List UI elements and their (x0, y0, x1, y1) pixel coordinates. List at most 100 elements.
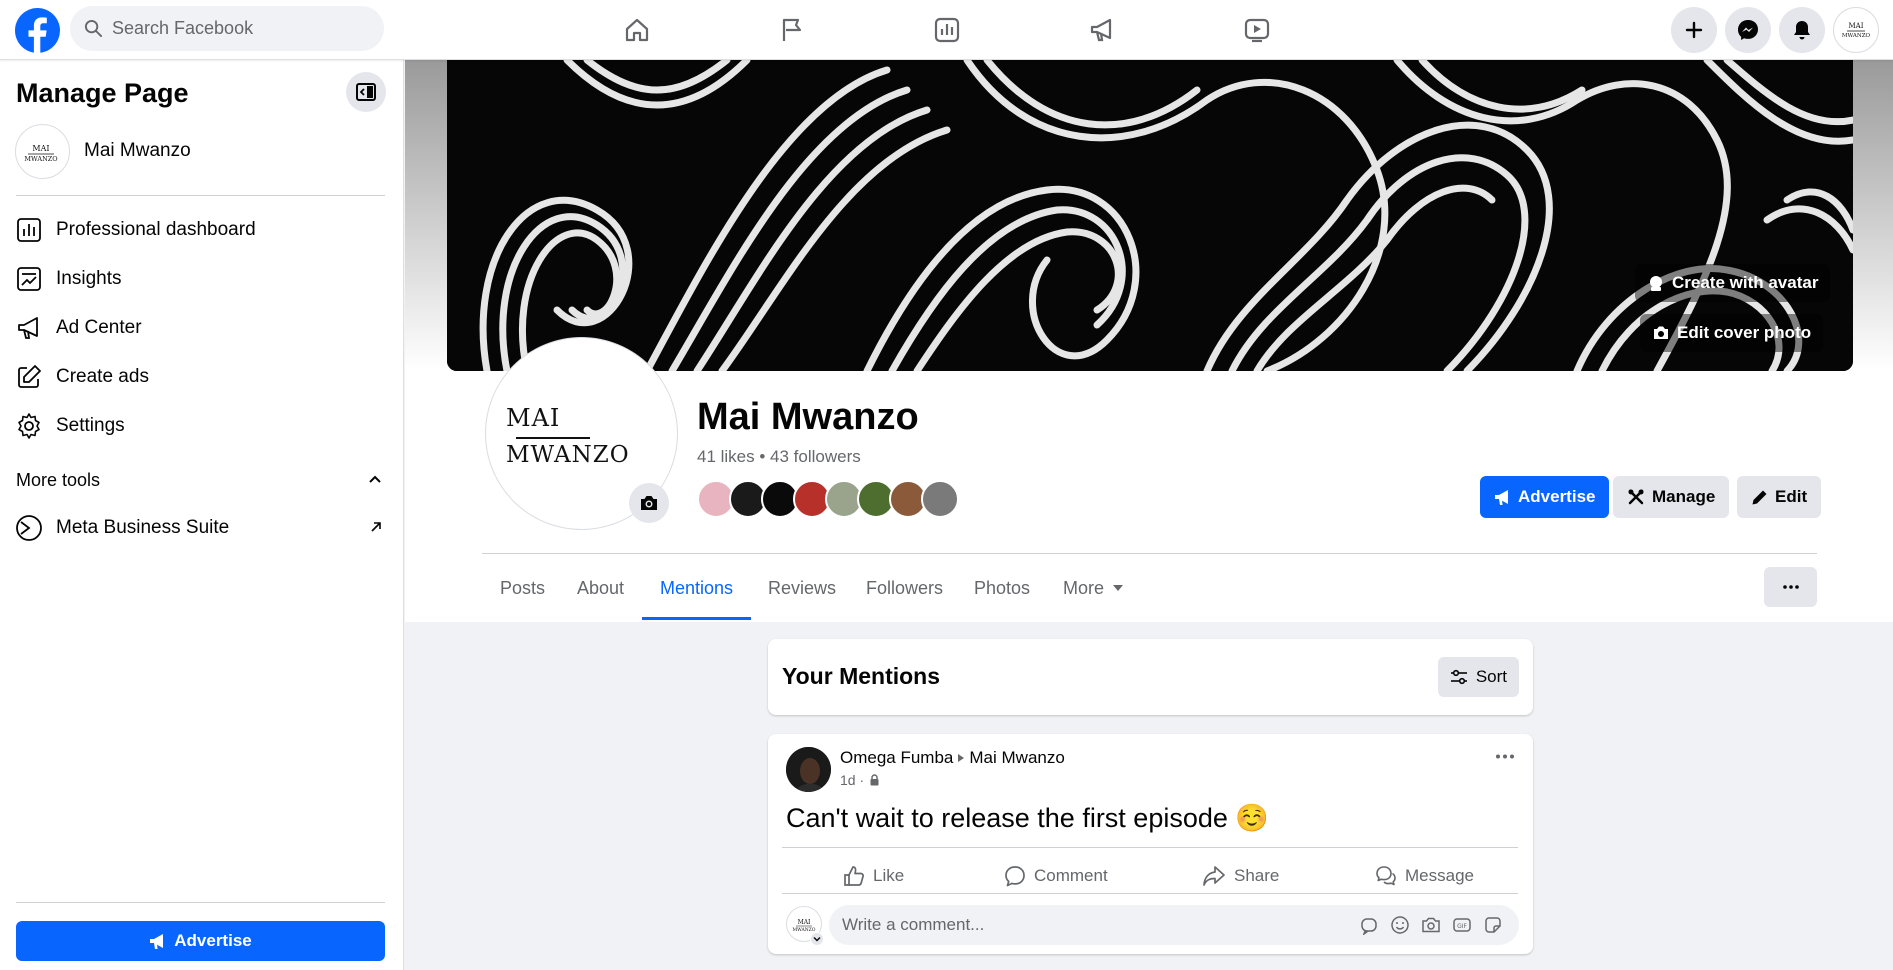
divider (16, 195, 385, 196)
logo-rule (516, 437, 590, 439)
post-options-icon[interactable] (1495, 754, 1515, 759)
comment-button[interactable]: Comment (1004, 856, 1108, 896)
avatar-icon (1647, 274, 1665, 292)
search-input[interactable] (112, 18, 352, 39)
target-page-name[interactable]: Mai Mwanzo (969, 748, 1064, 768)
like-button[interactable]: Like (843, 856, 904, 896)
megaphone-icon[interactable] (1072, 8, 1132, 52)
sliders-icon (1450, 669, 1468, 685)
svg-text:MWANZO: MWANZO (1842, 33, 1871, 39)
like-label: Like (873, 866, 905, 885)
post-timestamp[interactable]: 1d · (840, 772, 864, 788)
message-bubbles-icon (1375, 865, 1397, 887)
sticker-icon[interactable] (1483, 915, 1503, 935)
flag-icon[interactable] (762, 8, 822, 52)
comment-box[interactable]: GIF (829, 905, 1519, 945)
meta-business-suite-icon (14, 513, 44, 543)
thumbs-up-icon (843, 865, 865, 887)
home-icon[interactable] (607, 8, 667, 52)
manage-button[interactable]: Manage (1613, 476, 1730, 518)
edit-label: Edit (1775, 487, 1808, 506)
update-profile-picture-camera-icon[interactable] (629, 483, 669, 523)
collapse-sidebar-icon[interactable] (346, 72, 386, 112)
share-arrow-icon (1202, 865, 1226, 887)
create-plus-icon[interactable] (1671, 7, 1717, 53)
tab-posts[interactable]: Posts (500, 568, 545, 620)
page-title: Mai Mwanzo (697, 396, 919, 438)
search-bar[interactable] (70, 6, 384, 51)
create-with-avatar-label: Create with avatar (1672, 273, 1819, 292)
tab-more[interactable]: More (1063, 568, 1104, 620)
tab-mentions[interactable]: Mentions (642, 568, 751, 620)
author-avatar[interactable] (786, 747, 831, 792)
sort-button[interactable]: Sort (1437, 657, 1519, 697)
divider (16, 902, 385, 903)
sidebar-item-label: Create ads (56, 366, 149, 387)
lock-icon (869, 774, 880, 786)
sidebar-item-meta-business-suite[interactable]: Meta Business Suite (14, 507, 390, 549)
follower-avatar[interactable] (921, 480, 959, 518)
external-link-arrow-icon (370, 521, 382, 533)
chevron-down-icon[interactable] (810, 932, 824, 946)
camera-icon[interactable] (1421, 915, 1441, 935)
messenger-icon[interactable] (1725, 7, 1771, 53)
sidebar-page-name[interactable]: Mai Mwanzo (84, 140, 191, 162)
sidebar-item-professional-dashboard[interactable]: Professional dashboard (14, 209, 390, 251)
divider (782, 893, 1518, 894)
bell-icon[interactable] (1779, 7, 1825, 53)
video-icon[interactable] (1227, 8, 1287, 52)
chevron-up-icon[interactable] (368, 474, 382, 484)
more-options-button[interactable] (1764, 567, 1817, 607)
comment-input[interactable] (842, 915, 1342, 935)
account-avatar[interactable]: MAI MWANZO (1833, 7, 1879, 53)
emoji-icon[interactable] (1390, 915, 1410, 935)
sidebar-item-ad-center[interactable]: Ad Center (14, 307, 390, 349)
pencil-icon (1751, 489, 1768, 506)
edit-cover-photo-label: Edit cover photo (1677, 323, 1812, 342)
tab-reviews[interactable]: Reviews (768, 568, 836, 620)
search-icon (84, 19, 103, 38)
sidebar-item-label: Professional dashboard (56, 219, 256, 240)
svg-text:MAI: MAI (798, 919, 811, 926)
sidebar-item-create-ads[interactable]: Create ads (14, 356, 390, 398)
insights-chart-icon[interactable] (917, 8, 977, 52)
megaphone-icon (1494, 489, 1511, 506)
likes-followers-count[interactable]: 41 likes • 43 followers (697, 447, 861, 467)
avatar-sticker-icon[interactable] (1359, 915, 1379, 935)
gear-icon (14, 411, 44, 441)
author-name[interactable]: Omega Fumba (840, 748, 953, 768)
dashboard-icon (14, 215, 44, 245)
sidebar-item-settings[interactable]: Settings (14, 405, 390, 447)
advertise-button[interactable]: Advertise (1480, 476, 1610, 518)
facebook-logo-icon[interactable] (15, 8, 60, 53)
edit-button[interactable]: Edit (1737, 476, 1822, 518)
sidebar-item-insights[interactable]: Insights (14, 258, 390, 300)
sidebar-advertise-button[interactable]: Advertise (16, 921, 385, 961)
pencil-square-icon (14, 362, 44, 392)
cover-photo[interactable]: Create with avatar Edit cover photo (447, 60, 1853, 371)
create-with-avatar-button[interactable]: Create with avatar (1635, 264, 1831, 302)
post-text: Can't wait to release the first episode … (786, 803, 1270, 833)
sidebar-title: Manage Page (16, 78, 189, 108)
post-meta: 1d · (840, 772, 880, 788)
edit-cover-photo-button[interactable]: Edit cover photo (1640, 314, 1824, 352)
sidebar-item-label: Settings (56, 415, 125, 436)
manage-page-sidebar: Manage Page MAI MWANZO Mai Mwanzo Profess… (0, 60, 404, 970)
manage-label: Manage (1652, 487, 1716, 506)
advertise-label: Advertise (1518, 487, 1596, 506)
tab-photos[interactable]: Photos (974, 568, 1030, 620)
divider (782, 847, 1518, 848)
tab-about[interactable]: About (577, 568, 624, 620)
divider (482, 553, 1817, 554)
page-avatar[interactable]: MAI MWANZO (15, 124, 70, 179)
post-author-line: Omega Fumba Mai Mwanzo (840, 748, 1065, 768)
gif-icon[interactable]: GIF (1452, 915, 1472, 935)
tab-followers[interactable]: Followers (866, 568, 943, 620)
megaphone-icon (149, 933, 166, 950)
share-button[interactable]: Share (1202, 856, 1279, 896)
caret-down-icon[interactable] (1112, 584, 1124, 592)
megaphone-icon (14, 313, 44, 343)
more-tools-heading[interactable]: More tools (16, 470, 100, 491)
message-button[interactable]: Message (1375, 856, 1474, 896)
mentions-header-card: Your Mentions Sort (768, 639, 1533, 715)
